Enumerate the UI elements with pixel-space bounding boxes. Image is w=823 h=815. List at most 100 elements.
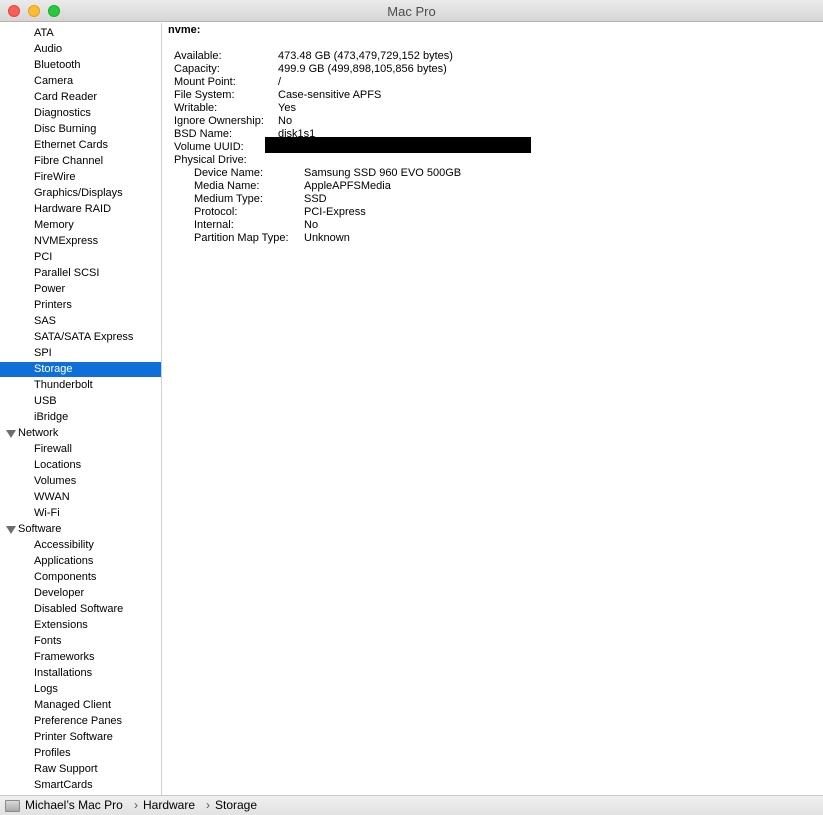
sidebar-item-card-reader[interactable]: Card Reader	[0, 90, 161, 105]
property-row: Physical Drive:	[174, 154, 803, 167]
path-bar: Michael’s Mac Pro › Hardware › Storage	[0, 795, 823, 815]
sidebar-item-preference-panes[interactable]: Preference Panes	[0, 714, 161, 729]
sidebar-item-printers[interactable]: Printers	[0, 298, 161, 313]
sidebar-item-frameworks[interactable]: Frameworks	[0, 650, 161, 665]
property-key: Partition Map Type:	[194, 232, 289, 244]
sidebar-item-wi-fi[interactable]: Wi-Fi	[0, 506, 161, 521]
property-value: PCI-Express	[304, 206, 366, 218]
property-key: File System:	[174, 89, 235, 101]
property-row: Capacity: 499.9 GB (499,898,105,856 bytes…	[174, 63, 803, 76]
breadcrumb-separator: ›	[134, 798, 138, 812]
property-key: Mount Point:	[174, 76, 236, 88]
sidebar-item-usb[interactable]: USB	[0, 394, 161, 409]
sidebar-item-fonts[interactable]: Fonts	[0, 634, 161, 649]
sidebar-item-sata-sata-express[interactable]: SATA/SATA Express	[0, 330, 161, 345]
property-value: No	[304, 219, 319, 231]
sidebar-item-smartcards[interactable]: SmartCards	[0, 778, 161, 793]
sidebar-item-ethernet-cards[interactable]: Ethernet Cards	[0, 138, 161, 153]
computer-icon	[5, 800, 20, 812]
sidebar-item-developer[interactable]: Developer	[0, 586, 161, 601]
sidebar-item-camera[interactable]: Camera	[0, 74, 161, 89]
property-value: 499.9 GB (499,898,105,856 bytes)	[278, 63, 447, 75]
sidebar-item-storage[interactable]: Storage	[0, 362, 161, 377]
sidebar-item-wwan[interactable]: WWAN	[0, 490, 161, 505]
breadcrumb-item[interactable]: Hardware	[143, 796, 195, 815]
property-key: Volume UUID:	[174, 141, 244, 153]
sidebar-item-installations[interactable]: Installations	[0, 666, 161, 681]
sidebar-item-sas[interactable]: SAS	[0, 314, 161, 329]
sidebar-item-disc-burning[interactable]: Disc Burning	[0, 122, 161, 137]
sidebar-item-nvmexpress[interactable]: NVMExpress	[0, 234, 161, 249]
sidebar-item-extensions[interactable]: Extensions	[0, 618, 161, 633]
property-key: Writable:	[174, 102, 218, 114]
content-title: nvme:	[168, 24, 201, 36]
sidebar-item-volumes[interactable]: Volumes	[0, 474, 161, 489]
sidebar-item-profiles[interactable]: Profiles	[0, 746, 161, 761]
sidebar-item-parallel-scsi[interactable]: Parallel SCSI	[0, 266, 161, 281]
sidebar-item-accessibility[interactable]: Accessibility	[0, 538, 161, 553]
property-key: Device Name:	[194, 167, 264, 179]
sidebar-item-disabled-software[interactable]: Disabled Software	[0, 602, 161, 617]
property-row: Device Name: Samsung SSD 960 EVO 500GB	[194, 167, 803, 180]
sidebar-item-firewall[interactable]: Firewall	[0, 442, 161, 457]
property-key: Physical Drive:	[174, 154, 247, 166]
property-key: Protocol:	[194, 206, 238, 218]
property-row: Writable: Yes	[174, 102, 803, 115]
property-value: Yes	[278, 102, 296, 114]
sidebar-item-bluetooth[interactable]: Bluetooth	[0, 58, 161, 73]
property-value: SSD	[304, 193, 327, 205]
sidebar-item-printer-software[interactable]: Printer Software	[0, 730, 161, 745]
sidebar-item-spi[interactable]: SPI	[0, 346, 161, 361]
sidebar-item-pci[interactable]: PCI	[0, 250, 161, 265]
sidebar-item-audio[interactable]: Audio	[0, 42, 161, 57]
property-value: Case-sensitive APFS	[278, 89, 382, 101]
disclosure-triangle-icon[interactable]	[6, 430, 16, 438]
sidebar-group-software[interactable]: Software	[0, 522, 161, 537]
property-row: Media Name: AppleAPFSMedia	[194, 180, 803, 193]
property-row: Internal: No	[194, 219, 803, 232]
sidebar-item-locations[interactable]: Locations	[0, 458, 161, 473]
property-key: Internal:	[194, 219, 234, 231]
sidebar-item-raw-support[interactable]: Raw Support	[0, 762, 161, 777]
property-row: Ignore Ownership: No	[174, 115, 803, 128]
property-key: Medium Type:	[194, 193, 263, 205]
sidebar-item-thunderbolt[interactable]: Thunderbolt	[0, 378, 161, 393]
property-key: BSD Name:	[174, 128, 233, 140]
sidebar-item-components[interactable]: Components	[0, 570, 161, 585]
sidebar-item-logs[interactable]: Logs	[0, 682, 161, 697]
property-key: Capacity:	[174, 63, 220, 75]
property-value: Samsung SSD 960 EVO 500GB	[304, 167, 462, 179]
sidebar-item-firewire[interactable]: FireWire	[0, 170, 161, 185]
window-title: Mac Pro	[387, 4, 436, 19]
property-value: No	[278, 115, 293, 127]
property-row: Medium Type: SSD	[194, 193, 803, 206]
sidebar-group-network[interactable]: Network	[0, 426, 161, 441]
property-row: Mount Point: /	[174, 76, 803, 89]
title-bar: Mac Pro	[0, 0, 823, 22]
property-key: Ignore Ownership:	[174, 115, 264, 127]
breadcrumb-separator: ›	[206, 798, 210, 812]
property-value: Unknown	[304, 232, 350, 244]
property-key: Available:	[174, 50, 222, 62]
sidebar-item-ibridge[interactable]: iBridge	[0, 410, 161, 425]
disclosure-triangle-icon[interactable]	[6, 526, 16, 534]
sidebar-item-power[interactable]: Power	[0, 282, 161, 297]
property-row: Partition Map Type: Unknown	[194, 232, 803, 245]
sidebar-item-hardware-raid[interactable]: Hardware RAID	[0, 202, 161, 217]
detail-pane: nvme: Available: 473.48 GB (473,479,729,1…	[163, 23, 823, 795]
breadcrumb-item[interactable]: Storage	[215, 796, 257, 815]
sidebar-item-diagnostics[interactable]: Diagnostics	[0, 106, 161, 121]
sidebar-item-managed-client[interactable]: Managed Client	[0, 698, 161, 713]
sidebar-item-ata[interactable]: ATA	[0, 26, 161, 41]
property-row: Protocol: PCI-Express	[194, 206, 803, 219]
sidebar-item-fibre-channel[interactable]: Fibre Channel	[0, 154, 161, 169]
sidebar-group-label: Network	[18, 427, 59, 439]
sidebar[interactable]: ATA Audio Bluetooth Camera Card Reader Diagno…	[0, 23, 162, 795]
breadcrumb-item[interactable]: Michael’s Mac Pro	[25, 796, 123, 815]
sidebar-item-memory[interactable]: Memory	[0, 218, 161, 233]
sidebar-item-graphics-displays[interactable]: Graphics/Displays	[0, 186, 161, 201]
property-value: AppleAPFSMedia	[304, 180, 391, 192]
redaction-bar	[265, 137, 531, 153]
property-row: Available: 473.48 GB (473,479,729,152 byt…	[174, 50, 803, 63]
sidebar-item-applications[interactable]: Applications	[0, 554, 161, 569]
